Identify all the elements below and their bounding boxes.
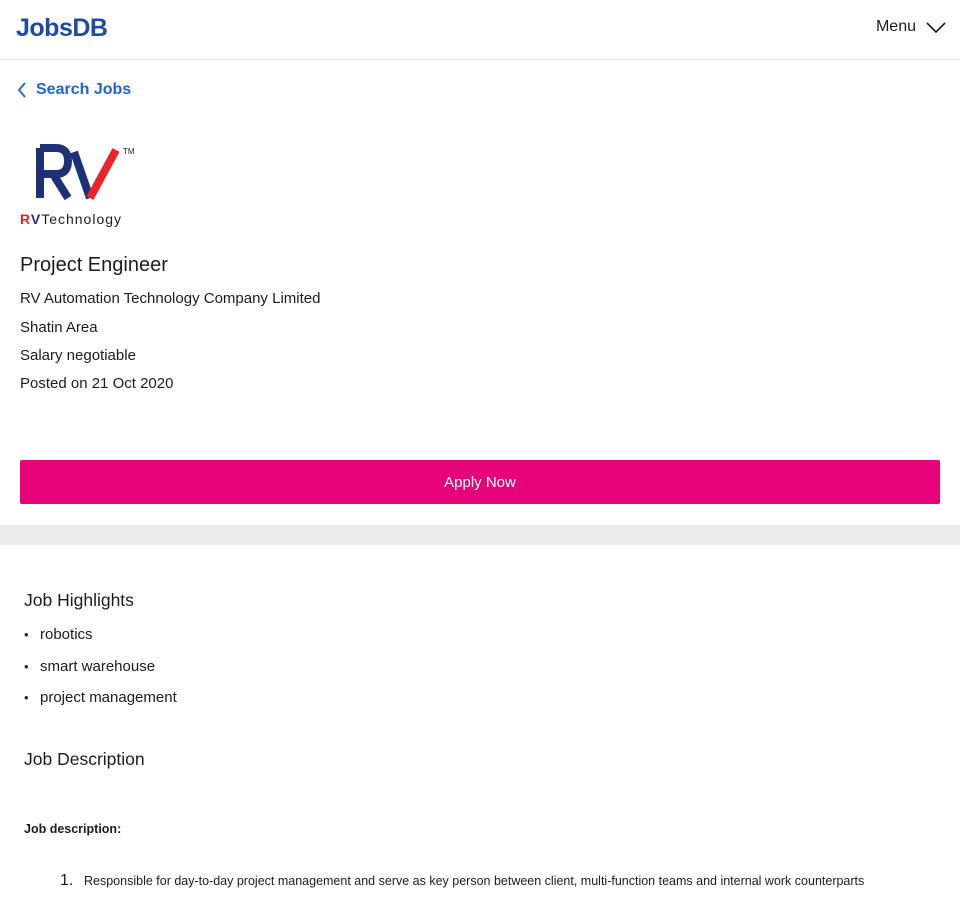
section-divider [0,525,960,545]
job-salary: Salary negotiable [20,347,136,364]
list-item: • project management [24,689,177,706]
chevron-left-icon [17,82,26,98]
job-highlights-list: • robotics • smart warehouse • project mana… [24,626,177,721]
bullet-icon: • [24,658,29,674]
description-text: Responsible for day-to-day project manag… [84,874,865,888]
list-item: 1. Responsible for day-to-day project ma… [60,872,864,890]
job-description-title: Job Description [24,749,145,769]
bullet-icon: • [24,690,29,705]
menu-button[interactable]: Menu [876,18,946,36]
back-to-search-link[interactable]: Search Jobs [16,81,131,99]
posted-date: Posted on 21 Oct 2020 [20,375,174,392]
list-number: 1. [60,872,74,889]
job-location: Shatin Area [20,319,98,336]
list-item: • robotics [24,626,93,643]
company-logo-wordmark: RVTechnology [20,211,122,227]
company-name[interactable]: RV Automation Technology Company Limited [20,290,320,307]
job-description-list: 1. Responsible for day-to-day project ma… [60,872,864,890]
bullet-icon: • [24,627,29,642]
menu-label: Menu [875,18,916,35]
company-logo: TM RVTechnology [20,144,135,227]
top-header: JobsDB Menu [0,0,960,60]
job-highlights-title: Job Highlights [24,590,134,610]
chevron-down-icon [926,22,946,34]
back-label: Search Jobs [36,81,132,98]
job-title: Project Engineer [20,254,168,276]
jobsdb-logo[interactable]: JobsDB [16,14,108,43]
svg-text:TM: TM [123,147,135,156]
apply-now-button[interactable]: Apply Now [20,460,940,504]
job-description-heading: Job description: [24,822,122,836]
list-item: • smart warehouse [24,657,156,675]
